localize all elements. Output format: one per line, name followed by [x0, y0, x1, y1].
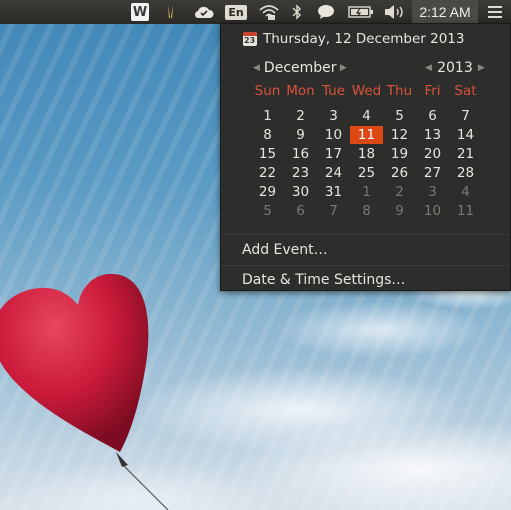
calendar-day[interactable]: 8	[251, 126, 284, 144]
calendar-day[interactable]: 5	[383, 107, 416, 125]
calendar-day[interactable]: 29	[251, 183, 284, 201]
calendar-day[interactable]: 9	[284, 126, 317, 144]
writer-icon[interactable]: W	[129, 2, 151, 22]
menu-separator	[222, 265, 509, 266]
calendar-day[interactable]: 3	[317, 107, 350, 125]
calendar-day[interactable]: 5	[251, 202, 284, 220]
year-selector: ◀ 2013 ▶	[421, 58, 489, 78]
keyboard-icon[interactable]: En	[224, 2, 248, 22]
calendar-icon: 23	[243, 32, 257, 46]
calendar-day[interactable]: 24	[317, 164, 350, 182]
calendar-day[interactable]: 7	[317, 202, 350, 220]
month-label: December	[263, 60, 337, 76]
month-prev-icon[interactable]: ◀	[249, 63, 264, 73]
weekday-thu: Thu	[386, 83, 413, 99]
calendar-day[interactable]: 26	[383, 164, 416, 182]
calendar-day[interactable]: 6	[284, 202, 317, 220]
add-event-item[interactable]: Add Event…	[242, 239, 328, 261]
date-label: Thursday, 12 December 2013	[263, 31, 465, 47]
pencil-icon[interactable]	[162, 2, 180, 22]
calendar-day[interactable]: 20	[416, 145, 449, 163]
calendar-day[interactable]: 16	[284, 145, 317, 163]
calendar-day[interactable]: 27	[416, 164, 449, 182]
calendar-day[interactable]: 2	[383, 183, 416, 201]
year-prev-icon[interactable]: ◀	[421, 63, 436, 73]
cloud-icon[interactable]	[193, 2, 215, 22]
menu-separator	[222, 234, 509, 235]
weekday-sat: Sat	[454, 83, 477, 99]
calendar-dropdown: 23 Thursday, 12 December 2013 ◀ December…	[220, 23, 511, 291]
calendar-day[interactable]: 3	[416, 183, 449, 201]
battery-icon[interactable]	[348, 2, 374, 22]
calendar-day[interactable]: 31	[317, 183, 350, 201]
weekday-fri: Fri	[424, 83, 441, 99]
clock-indicator[interactable]: 2:12 AM	[412, 0, 478, 24]
calendar-day[interactable]: 10	[416, 202, 449, 220]
calendar-day[interactable]: 2	[284, 107, 317, 125]
weekday-header: Sun Mon Tue Wed Thu Fri Sat	[221, 83, 511, 103]
bluetooth-icon[interactable]	[290, 2, 304, 22]
calendar-day-today[interactable]: 11	[350, 126, 383, 144]
calendar-day[interactable]: 22	[251, 164, 284, 182]
weekday-mon: Mon	[286, 83, 315, 99]
year-next-icon[interactable]: ▶	[474, 63, 489, 73]
current-date: 23 Thursday, 12 December 2013	[243, 28, 464, 50]
weekday-wed: Wed	[351, 83, 382, 99]
calendar-day[interactable]: 30	[284, 183, 317, 201]
month-next-icon[interactable]: ▶	[336, 63, 351, 73]
calendar-day[interactable]: 6	[416, 107, 449, 125]
weekday-tue: Tue	[321, 83, 346, 99]
calendar-day[interactable]: 4	[350, 107, 383, 125]
calendar-day[interactable]: 1	[251, 107, 284, 125]
calendar-day[interactable]: 19	[383, 145, 416, 163]
weekday-sun: Sun	[254, 83, 281, 99]
calendar-day[interactable]: 23	[284, 164, 317, 182]
calendar-day[interactable]: 9	[383, 202, 416, 220]
calendar-day[interactable]: 18	[350, 145, 383, 163]
calendar-day[interactable]: 1	[350, 183, 383, 201]
calendar-day[interactable]: 7	[449, 107, 482, 125]
year-label: 2013	[437, 60, 473, 76]
wifi-icon[interactable]	[258, 2, 280, 22]
calendar-day[interactable]: 8	[350, 202, 383, 220]
menu-icon[interactable]	[486, 2, 504, 22]
volume-icon[interactable]	[382, 2, 406, 22]
calendar-day[interactable]: 14	[449, 126, 482, 144]
calendar-day[interactable]: 10	[317, 126, 350, 144]
calendar-day[interactable]: 4	[449, 183, 482, 201]
month-selector: ◀ December ▶	[249, 58, 351, 78]
calendar-day[interactable]: 13	[416, 126, 449, 144]
calendar-day[interactable]: 28	[449, 164, 482, 182]
calendar-day[interactable]: 12	[383, 126, 416, 144]
calendar-day[interactable]: 11	[449, 202, 482, 220]
date-time-settings-item[interactable]: Date & Time Settings…	[242, 269, 405, 291]
calendar-day[interactable]: 17	[317, 145, 350, 163]
chat-icon[interactable]	[316, 2, 336, 22]
top-panel: W En 2:12 AM	[0, 0, 511, 24]
calendar-day[interactable]: 25	[350, 164, 383, 182]
calendar-day[interactable]: 15	[251, 145, 284, 163]
calendar-day[interactable]: 21	[449, 145, 482, 163]
